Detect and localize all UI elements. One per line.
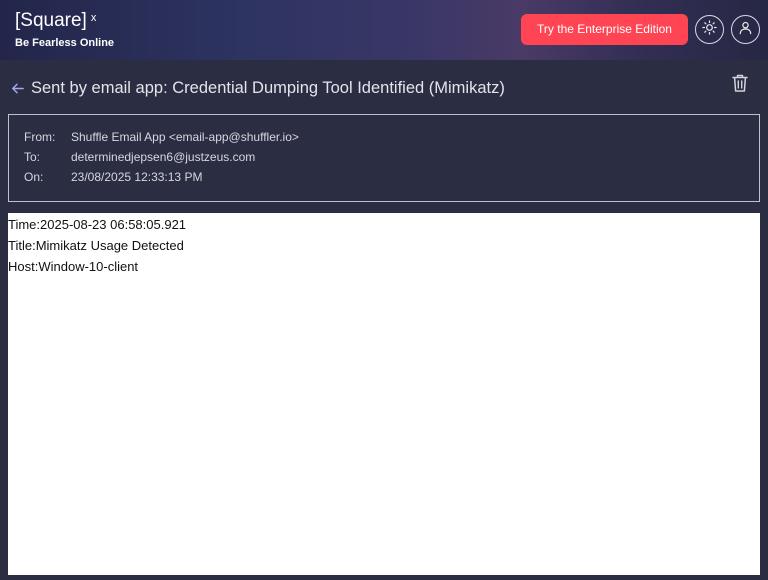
email-body: Time:2025-08-23 06:58:05.921 Title:Mimik… (8, 213, 760, 575)
account-button[interactable] (731, 15, 760, 44)
date-value: 23/08/2025 12:33:13 PM (71, 170, 203, 184)
date-row: On: 23/08/2025 12:33:13 PM (24, 170, 202, 184)
brand-superscript: x (90, 12, 97, 24)
date-label: On: (24, 170, 44, 184)
brand-name: [Square] (15, 10, 87, 31)
try-enterprise-button[interactable]: Try the Enterprise Edition (521, 14, 688, 45)
trash-icon[interactable] (731, 73, 749, 93)
user-icon (738, 20, 753, 40)
email-subject: Sent by email app: Credential Dumping To… (31, 78, 505, 97)
body-line-title: Title:Mimikatz Usage Detected (8, 238, 184, 253)
subject-row: Sent by email app: Credential Dumping To… (10, 77, 505, 99)
sun-icon (702, 19, 717, 40)
body-line-host: Host:Window-10-client (8, 259, 139, 274)
from-label: From: (24, 130, 56, 144)
arrow-left-icon[interactable] (10, 80, 26, 96)
to-value: determinedjepsen6@justzeus.com (71, 150, 256, 164)
brand-subtitle: Be Fearless Online (15, 37, 115, 49)
top-header: [Square] x Be Fearless Online Try the Ent… (0, 0, 768, 60)
email-header-box: From: Shuffle Email App <email-app@shuff… (8, 114, 760, 202)
brand-title: [Square] x (15, 10, 114, 32)
from-row: From: Shuffle Email App <email-app@shuff… (24, 130, 299, 144)
email-viewer-page: [Square] x Be Fearless Online Try the Ent… (0, 0, 768, 580)
from-value: Shuffle Email App <email-app@shuffler.io… (71, 130, 299, 144)
theme-toggle-button[interactable] (695, 15, 724, 44)
to-row: To: determinedjepsen6@justzeus.com (24, 150, 255, 164)
to-label: To: (24, 150, 41, 164)
brand[interactable]: [Square] x Be Fearless Online (15, 10, 114, 49)
body-line-time: Time:2025-08-23 06:58:05.921 (8, 217, 187, 232)
